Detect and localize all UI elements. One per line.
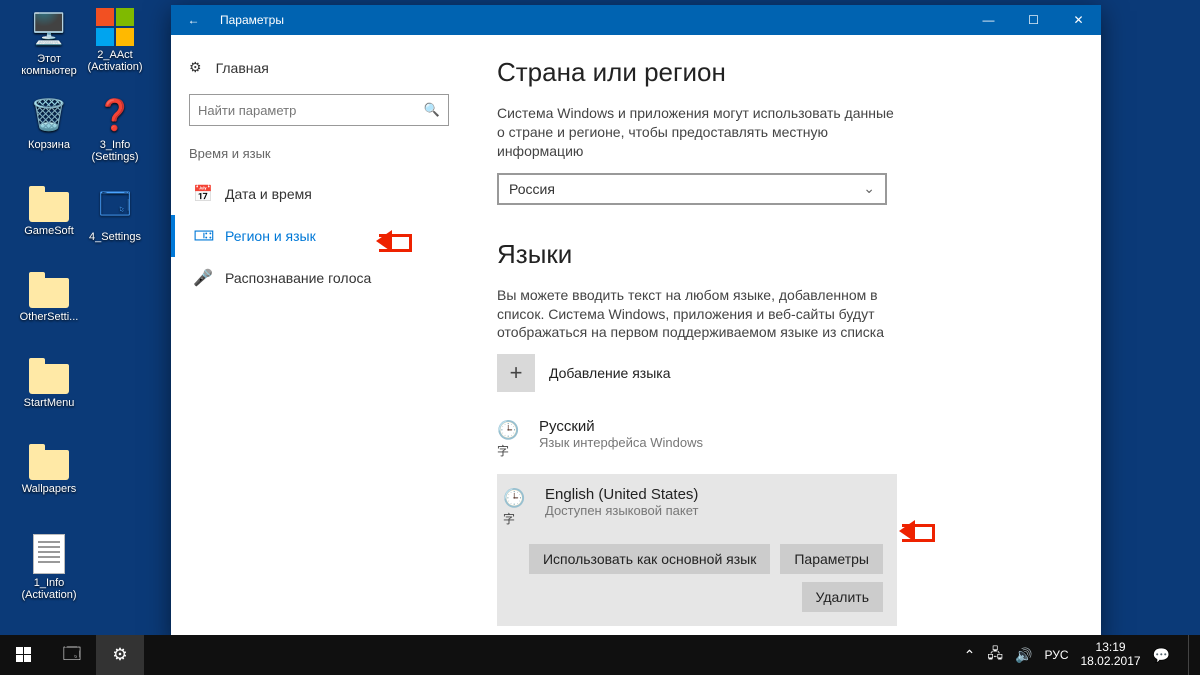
language-name: English (United States): [545, 486, 698, 503]
language-name: Русский: [539, 418, 703, 435]
icon-label: GameSoft: [12, 225, 86, 237]
show-desktop-button[interactable]: [1188, 635, 1194, 675]
icon-label: StartMenu: [12, 397, 86, 409]
annotation-arrow-right: [888, 518, 936, 544]
desktop-icon-gamesoft[interactable]: GameSoft: [12, 186, 86, 237]
maximize-button[interactable]: ☐: [1011, 5, 1056, 35]
language-glyph-icon: 🕒字: [497, 418, 525, 462]
help-icon: ❓: [94, 94, 136, 136]
nav-item-label: Дата и время: [225, 186, 312, 202]
settings-main: Страна или регион Система Windows и прил…: [467, 35, 1101, 641]
icon-label: Wallpapers: [12, 483, 86, 495]
add-language-button[interactable]: + Добавление языка: [497, 354, 1051, 392]
computer-icon: 🖥️: [28, 8, 70, 50]
remove-language-button[interactable]: Удалить: [802, 582, 883, 612]
search-placeholder: Найти параметр: [198, 103, 296, 118]
language-item-english-selected[interactable]: 🕒字 English (United States) Доступен язык…: [497, 474, 897, 626]
gear-icon: ⚙: [189, 59, 202, 76]
minimize-button[interactable]: —: [966, 5, 1011, 35]
languages-description: Вы можете вводить текст на любом языке, …: [497, 286, 897, 343]
language-icon: 🀵: [193, 226, 211, 246]
icon-label: 1_Info (Activation): [12, 577, 86, 601]
icon-label: 3_Info (Settings): [78, 139, 152, 163]
heading-languages: Языки: [497, 239, 1051, 270]
window-title: Параметры: [216, 13, 966, 27]
nav-item-datetime[interactable]: 📅 Дата и время: [171, 173, 467, 215]
nav-item-region-language[interactable]: 🀵 Регион и язык: [171, 215, 467, 257]
region-description: Система Windows и приложения могут испол…: [497, 104, 897, 161]
combobox-value: Россия: [509, 181, 555, 197]
tray-volume-icon[interactable]: 🔊: [1015, 647, 1032, 664]
nav-category: Время и язык: [171, 142, 467, 173]
language-glyph-icon: 🕒字: [503, 486, 531, 530]
start-button[interactable]: [0, 635, 48, 675]
clock-date: 18.02.2017: [1081, 655, 1141, 669]
language-item-russian[interactable]: 🕒字 Русский Язык интерфейса Windows: [497, 410, 1051, 470]
taskbar-app-settings[interactable]: ⚙: [96, 635, 144, 675]
desktop-icon-aact[interactable]: 2_AAct (Activation): [78, 8, 152, 73]
desktop-icon-recycle[interactable]: 🗑️ Корзина: [12, 94, 86, 151]
windows-logo-icon: [96, 8, 134, 46]
desktop-icon-settings4[interactable]: 🗔 4_Settings: [78, 186, 152, 243]
settings-window: ← Параметры — ☐ ✕ ⚙ Главная Найти параме…: [171, 5, 1101, 641]
folder-icon: [29, 450, 69, 480]
task-view-button[interactable]: 🗔: [48, 635, 96, 675]
heading-region: Страна или регион: [497, 57, 1051, 88]
nav-item-speech[interactable]: 🎤 Распознавание голоса: [171, 257, 467, 299]
folder-icon: [29, 192, 69, 222]
icon-label: Этот компьютер: [12, 53, 86, 77]
desktop-icon-startmenu[interactable]: StartMenu: [12, 358, 86, 409]
language-subtitle: Доступен языковой пакет: [545, 503, 698, 518]
icon-label: 2_AAct (Activation): [78, 49, 152, 73]
tray-network-icon[interactable]: 🖧: [987, 643, 1003, 667]
windows-start-icon: [16, 647, 32, 663]
recycle-bin-icon: 🗑️: [28, 94, 70, 136]
calendar-icon: 📅: [193, 184, 211, 204]
desktop-icon-wallpapers[interactable]: Wallpapers: [12, 444, 86, 495]
desktop-icon-this-pc[interactable]: 🖥️ Этот компьютер: [12, 8, 86, 77]
desktop-icon-othersettings[interactable]: OtherSetti...: [12, 272, 86, 323]
settings-nav: ⚙ Главная Найти параметр 🔍 Время и язык …: [171, 35, 467, 641]
language-options-button[interactable]: Параметры: [780, 544, 883, 574]
taskbar: 🗔 ⚙ ⌃ 🖧 🔊 РУС 13:19 18.02.2017 💬: [0, 635, 1200, 675]
input-language-indicator[interactable]: РУС: [1044, 648, 1068, 662]
folder-icon: [29, 364, 69, 394]
icon-label: Корзина: [12, 139, 86, 151]
titlebar[interactable]: ← Параметры — ☐ ✕: [171, 5, 1101, 35]
desktop-icon-info1[interactable]: 1_Info (Activation): [12, 534, 86, 601]
nav-home[interactable]: ⚙ Главная: [171, 51, 467, 84]
country-combobox[interactable]: Россия ⌄: [497, 173, 887, 205]
chevron-down-icon: ⌄: [863, 180, 875, 197]
folder-icon: [29, 278, 69, 308]
add-language-label: Добавление языка: [549, 365, 671, 381]
search-input[interactable]: Найти параметр 🔍: [189, 94, 449, 126]
nav-item-label: Регион и язык: [225, 228, 316, 244]
annotation-arrow-left: [365, 228, 413, 254]
tray-chevron-up-icon[interactable]: ⌃: [964, 647, 976, 664]
desktop-icon-info3[interactable]: ❓ 3_Info (Settings): [78, 94, 152, 163]
text-file-icon: [33, 534, 65, 574]
back-button[interactable]: ←: [171, 5, 216, 35]
nav-item-label: Распознавание голоса: [225, 270, 371, 286]
icon-label: OtherSetti...: [12, 311, 86, 323]
language-subtitle: Язык интерфейса Windows: [539, 435, 703, 450]
set-default-button[interactable]: Использовать как основной язык: [529, 544, 770, 574]
settings-shortcut-icon: 🗔: [94, 186, 136, 228]
taskbar-clock[interactable]: 13:19 18.02.2017: [1081, 641, 1141, 669]
close-button[interactable]: ✕: [1056, 5, 1101, 35]
action-center-icon[interactable]: 💬: [1153, 647, 1170, 664]
nav-home-label: Главная: [216, 60, 269, 76]
icon-label: 4_Settings: [78, 231, 152, 243]
clock-time: 13:19: [1081, 641, 1141, 655]
microphone-icon: 🎤: [193, 268, 211, 288]
search-icon: 🔍: [424, 102, 440, 118]
plus-icon: +: [497, 354, 535, 392]
